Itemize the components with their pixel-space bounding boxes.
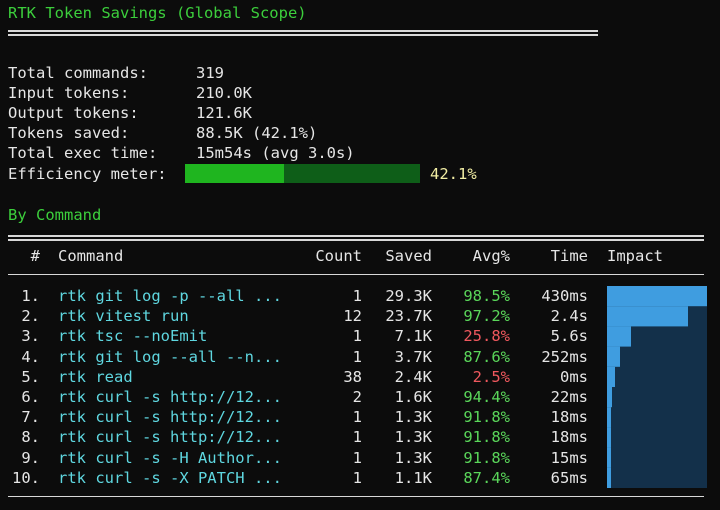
row-count: 2 <box>352 388 362 406</box>
row-command: rtk git log --all --n... <box>58 347 282 366</box>
row-index: 5. <box>21 367 40 386</box>
row-time: 18ms <box>550 428 588 447</box>
row-avg: 87.6% <box>463 347 510 366</box>
row-time: 2.4s <box>550 307 588 326</box>
impact-bar <box>607 427 611 448</box>
row-count: 1 <box>352 347 362 366</box>
efficiency-percent: 42.1% <box>430 165 477 183</box>
page-title: RTK Token Savings (Global Scope) <box>8 4 307 22</box>
row-saved: 2.4K <box>394 367 432 386</box>
summary-value-saved: 88.5K (42.1%) <box>196 124 318 142</box>
impact-bar <box>607 286 707 307</box>
row-command: rtk git log -p --all ... <box>58 287 282 305</box>
row-time: 5.6s <box>550 327 588 346</box>
row-count: 1 <box>352 448 362 467</box>
impact-bar <box>607 346 620 367</box>
row-count: 1 <box>352 428 362 447</box>
row-saved: 1.3K <box>394 428 432 447</box>
header-index: # <box>30 247 40 265</box>
row-count: 12 <box>343 307 362 326</box>
row-time: 0ms <box>560 367 588 386</box>
row-command: rtk curl -s http://12... <box>58 428 282 447</box>
row-saved: 23.7K <box>385 307 432 326</box>
impact-bar <box>607 447 611 468</box>
row-index: 4. <box>21 347 40 366</box>
header-divider <box>8 274 704 275</box>
impact-bar <box>607 467 611 488</box>
row-saved: 1.3K <box>394 448 432 467</box>
row-avg: 25.8% <box>463 327 510 346</box>
summary-label-input: Input tokens: <box>8 84 130 102</box>
row-command: rtk curl -s http://12... <box>58 408 282 427</box>
row-command: rtk curl -s -H Author... <box>58 448 282 467</box>
table-top-divider <box>8 235 704 241</box>
summary-label-saved: Tokens saved: <box>8 124 130 142</box>
row-index: 7. <box>21 408 40 427</box>
header-time: Time <box>550 247 588 265</box>
header-command: Command <box>58 247 124 265</box>
row-saved: 3.7K <box>394 347 432 366</box>
summary-value-output: 121.6K <box>196 104 252 122</box>
impact-bar <box>607 306 688 327</box>
row-count: 1 <box>352 408 362 427</box>
row-index: 1. <box>21 287 40 305</box>
row-index: 2. <box>21 307 40 326</box>
summary-label-output: Output tokens: <box>8 104 139 122</box>
impact-bar <box>607 407 611 428</box>
efficiency-meter-fill <box>185 164 284 183</box>
header-saved: Saved <box>385 247 432 265</box>
row-count: 38 <box>343 367 362 386</box>
impact-bar <box>607 326 631 347</box>
row-count: 1 <box>352 327 362 346</box>
row-count: 1 <box>352 468 362 487</box>
table-bottom-divider <box>8 496 704 497</box>
row-avg: 91.8% <box>463 448 510 467</box>
row-time: 430ms <box>541 287 588 305</box>
efficiency-meter-empty <box>284 164 420 183</box>
row-time: 22ms <box>550 388 588 406</box>
row-index: 6. <box>21 388 40 406</box>
row-avg: 97.2% <box>463 307 510 326</box>
efficiency-meter <box>185 164 420 183</box>
row-command: rtk read <box>58 367 133 386</box>
impact-chart <box>607 286 707 488</box>
summary-label-commands: Total commands: <box>8 64 148 82</box>
row-saved: 7.1K <box>394 327 432 346</box>
row-saved: 1.6K <box>394 388 432 406</box>
summary-value-exec-time: 15m54s (avg 3.0s) <box>196 144 355 162</box>
row-index: 8. <box>21 428 40 447</box>
row-time: 65ms <box>550 468 588 487</box>
row-avg: 2.5% <box>472 367 510 386</box>
header-avg: Avg% <box>472 247 510 265</box>
row-index: 3. <box>21 327 40 346</box>
impact-bar <box>607 387 612 408</box>
summary-label-exec-time: Total exec time: <box>8 144 158 162</box>
row-command: rtk tsc --noEmit <box>58 327 208 346</box>
row-saved: 1.1K <box>394 468 432 487</box>
row-command: rtk curl -s http://12... <box>58 388 282 406</box>
row-command: rtk vitest run <box>58 307 189 326</box>
row-time: 18ms <box>550 408 588 427</box>
row-index: 10. <box>12 468 40 487</box>
row-saved: 1.3K <box>394 408 432 427</box>
row-avg: 91.8% <box>463 408 510 427</box>
row-saved: 29.3K <box>385 287 432 305</box>
title-divider <box>8 30 598 36</box>
row-index: 9. <box>21 448 40 467</box>
row-command: rtk curl -s -X PATCH ... <box>58 468 282 487</box>
summary-value-input: 210.0K <box>196 84 252 102</box>
section-title: By Command <box>8 206 102 224</box>
row-avg: 87.4% <box>463 468 510 487</box>
row-avg: 91.8% <box>463 428 510 447</box>
row-count: 1 <box>352 287 362 305</box>
summary-value-commands: 319 <box>196 64 224 82</box>
row-time: 15ms <box>550 448 588 467</box>
row-avg: 94.4% <box>463 388 510 406</box>
header-count: Count <box>315 247 362 265</box>
efficiency-label: Efficiency meter: <box>8 165 167 183</box>
row-time: 252ms <box>541 347 588 366</box>
row-avg: 98.5% <box>463 287 510 305</box>
impact-bar <box>607 366 615 387</box>
header-impact: Impact <box>607 247 663 265</box>
